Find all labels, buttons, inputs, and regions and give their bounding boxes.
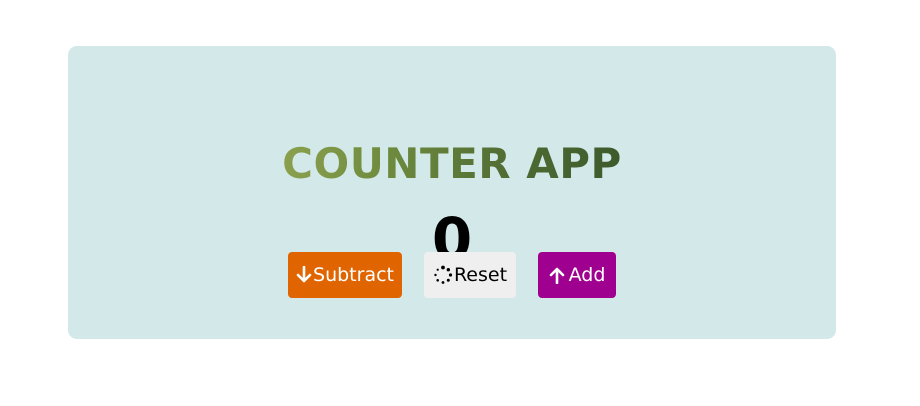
- arrow-down-icon: [296, 266, 312, 284]
- subtract-button[interactable]: Subtract: [288, 252, 402, 298]
- spinner-icon: [433, 265, 453, 285]
- button-row: Subtract Reset Add: [68, 252, 836, 298]
- add-button[interactable]: Add: [538, 252, 616, 298]
- app-title: COUNTER APP: [68, 138, 836, 190]
- reset-button[interactable]: Reset: [424, 252, 516, 298]
- subtract-button-label: Subtract: [313, 264, 394, 286]
- arrow-up-icon: [549, 266, 565, 284]
- counter-card: COUNTER APP 0 Subtract Reset Add: [68, 46, 836, 339]
- add-button-label: Add: [568, 264, 606, 286]
- reset-button-label: Reset: [453, 264, 508, 286]
